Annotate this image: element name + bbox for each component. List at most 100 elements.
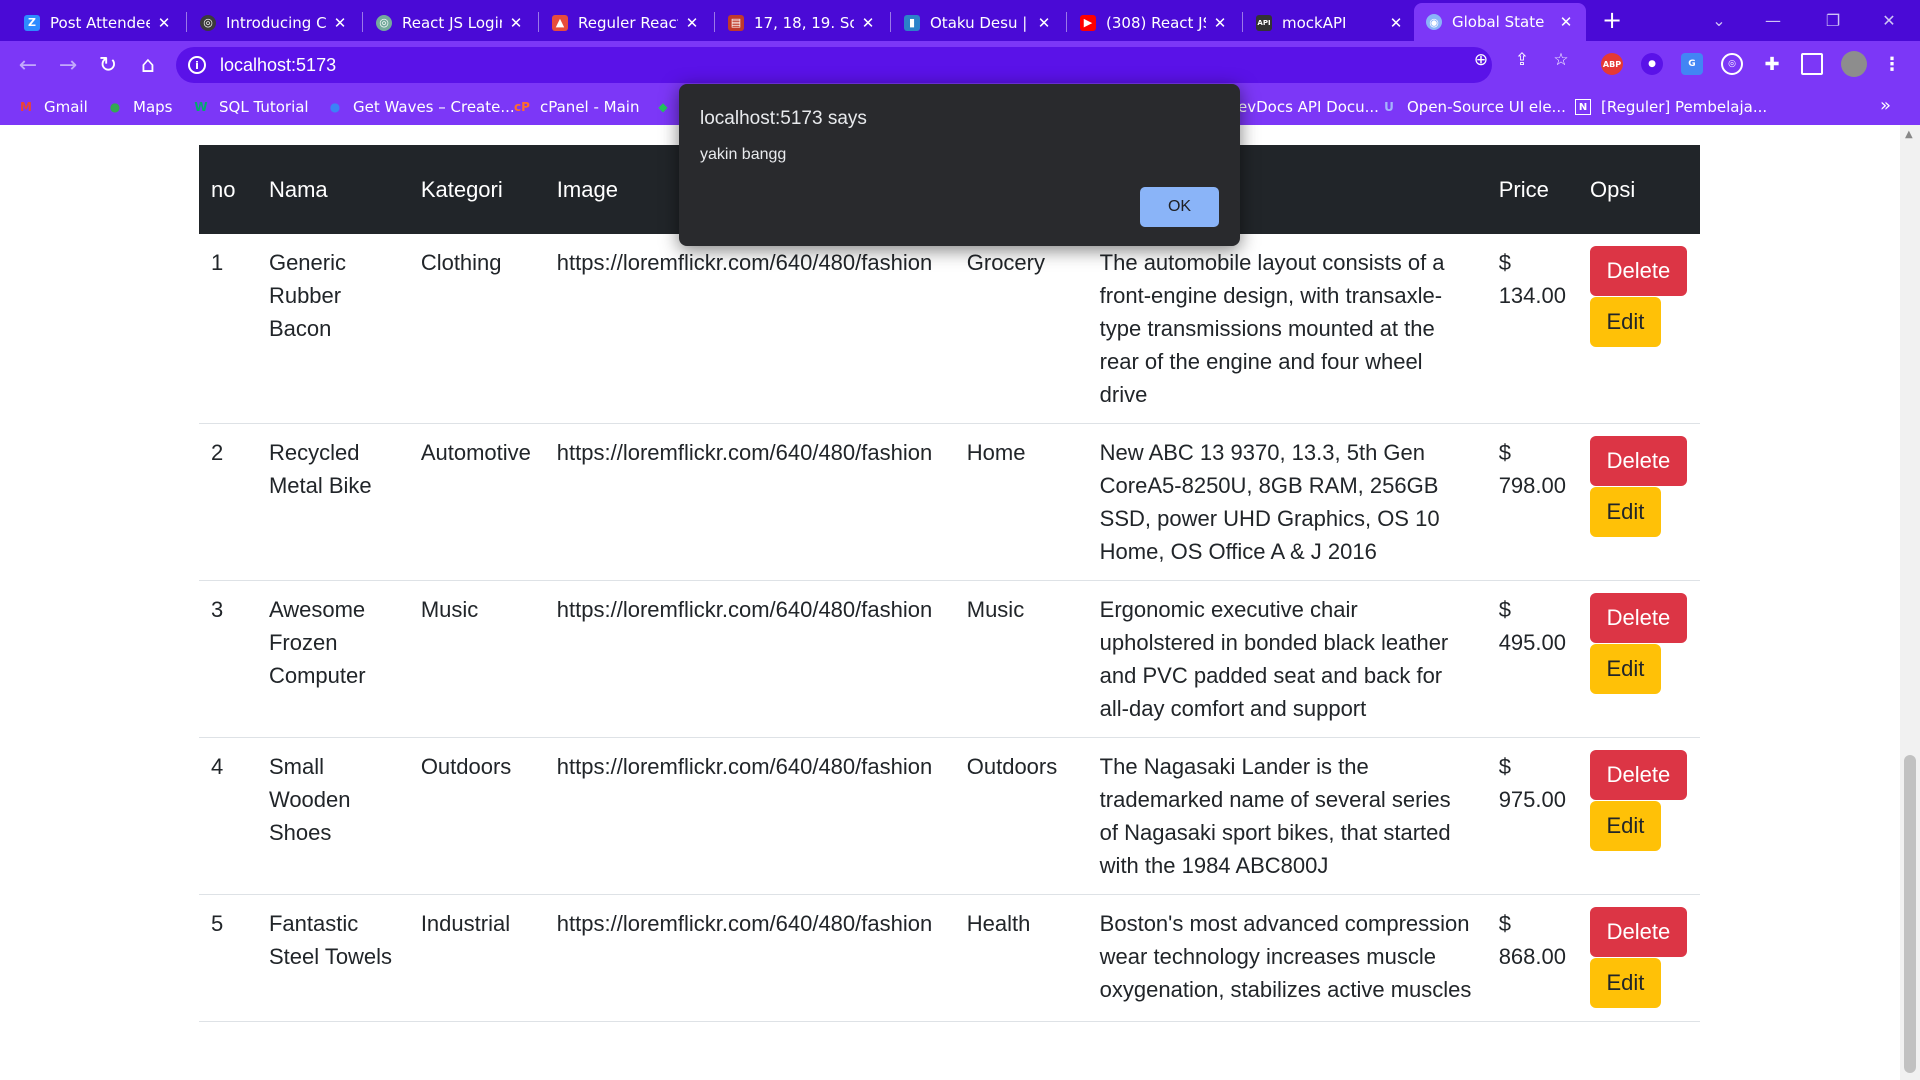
tab-separator (186, 12, 187, 32)
bookmark-label: Get Waves – Create... (353, 98, 515, 116)
cell-kategori: Automotive (408, 423, 545, 581)
tab-reguler-react[interactable]: ▲ Reguler React ✕ (540, 4, 712, 41)
tab-mockapi[interactable]: API mockAPI ✕ (1244, 4, 1416, 41)
tab-title: Global State (1452, 13, 1545, 31)
side-panel-icon[interactable] (1801, 53, 1823, 75)
address-url[interactable]: localhost:5173 (220, 55, 336, 76)
cell-no: 1 (199, 234, 257, 424)
globe-icon: ◉ (1426, 14, 1442, 30)
edit-button[interactable]: Edit (1589, 487, 1661, 537)
ok-button[interactable]: OK (1140, 187, 1219, 227)
bookmark-cpanel[interactable]: cP cPanel - Main (514, 97, 639, 117)
back-arrow-icon[interactable]: ← (14, 51, 42, 79)
tab-otaku-desu[interactable]: ▮ Otaku Desu | N ✕ (892, 4, 1064, 41)
close-icon[interactable]: ✕ (860, 14, 876, 32)
cell-category: Home (954, 423, 1088, 581)
edit-button[interactable]: Edit (1589, 297, 1661, 347)
puzzle-extensions-icon[interactable]: ✚ (1761, 53, 1783, 75)
site-info-icon[interactable]: i (188, 56, 206, 74)
tab-title: (308) React JS (1106, 13, 1206, 32)
cell-image: https://loremflickr.com/640/480/fashion (544, 737, 955, 895)
bookmark-reguler-pembelajaran[interactable]: N [Reguler] Pembelaja... (1575, 97, 1767, 117)
restore-icon[interactable]: ❐ (1810, 6, 1856, 34)
minimize-icon[interactable]: — (1750, 6, 1796, 34)
alert-dialog: localhost:5173 says yakin bangg OK (679, 84, 1240, 246)
scroll-up-arrow-icon[interactable]: ▲ (1905, 129, 1913, 140)
close-icon[interactable]: ✕ (508, 14, 524, 32)
close-icon[interactable]: ✕ (684, 14, 700, 32)
cell-description: The Nagasaki Lander is the trademarked n… (1087, 737, 1487, 895)
tab-soal[interactable]: ▤ 17, 18, 19. Soa ✕ (716, 4, 888, 41)
zoom-magnifier-icon[interactable]: ⊕ (1470, 49, 1492, 71)
bookmark-gmail[interactable]: M Gmail (18, 97, 88, 117)
menu-kebab-icon[interactable]: ⋮ (1881, 53, 1903, 75)
w3schools-icon: W (194, 100, 208, 114)
cell-kategori: Music (408, 580, 545, 738)
extension-icon[interactable]: ● (1641, 53, 1663, 75)
bookmark-maps[interactable]: ● Maps (107, 97, 173, 117)
adblock-icon[interactable]: ABP (1601, 53, 1623, 75)
vertical-scrollbar[interactable]: ▲ (1900, 125, 1920, 1080)
cell-no: 3 (199, 580, 257, 738)
gmail-icon: M (20, 100, 32, 114)
delete-button[interactable]: Delete (1589, 246, 1687, 296)
new-tab-icon[interactable]: + (1598, 6, 1626, 34)
tab-global-state[interactable]: ◉ Global State ✕ (1414, 3, 1586, 41)
bookmark-open-source-ui[interactable]: U Open-Source UI ele... (1381, 97, 1566, 117)
bookmark-star-icon[interactable]: ☆ (1550, 49, 1572, 71)
cell-no: 4 (199, 737, 257, 895)
cell-nama: Recycled Metal Bike (256, 423, 409, 581)
avatar[interactable] (1841, 51, 1867, 77)
edit-button[interactable]: Edit (1589, 644, 1661, 694)
tab-search-icon[interactable]: ⌄ (1696, 6, 1742, 34)
browser-tab-strip: Z Post Attendee ✕ ◎ Introducing Cl ✕ ◎ R… (0, 0, 1920, 41)
close-icon[interactable]: ✕ (1388, 14, 1404, 32)
tab-title: Reguler React (578, 13, 678, 32)
delete-button[interactable]: Delete (1589, 593, 1687, 643)
edit-button[interactable]: Edit (1589, 801, 1661, 851)
youtube-icon: ▶ (1080, 14, 1096, 31)
close-icon[interactable]: ✕ (1212, 14, 1228, 32)
share-icon[interactable]: ⇪ (1511, 49, 1533, 71)
translate-icon[interactable]: G (1681, 53, 1703, 75)
home-icon[interactable]: ⌂ (134, 51, 162, 79)
cell-description: Ergonomic executive chair upholstered in… (1087, 580, 1487, 738)
cell-kategori: Outdoors (408, 737, 545, 895)
bookmark-hidden[interactable]: ◆ (655, 97, 681, 117)
delete-button[interactable]: Delete (1589, 907, 1687, 957)
close-window-icon[interactable]: ✕ (1866, 6, 1912, 34)
more-bookmarks-icon[interactable]: » (1880, 95, 1891, 116)
cell-category: Outdoors (954, 737, 1088, 895)
close-icon[interactable]: ✕ (1558, 13, 1574, 31)
bookmark-devdocs[interactable]: evDocs API Docu... (1238, 97, 1379, 117)
tab-title: Post Attendee (50, 13, 150, 32)
tab-separator (362, 12, 363, 32)
delete-button[interactable]: Delete (1589, 750, 1687, 800)
tab-youtube[interactable]: ▶ (308) React JS ✕ (1068, 4, 1240, 41)
table-row: 4 Small Wooden Shoes Outdoors https://lo… (199, 737, 1700, 895)
target-extension-icon[interactable]: ◎ (1721, 53, 1743, 75)
delete-button[interactable]: Delete (1589, 436, 1687, 486)
browser-toolbar: ← → ↻ ⌂ i localhost:5173 ⊕ ⇪ ☆ ABP ● G ◎… (0, 41, 1920, 89)
cell-nama: Generic Rubber Bacon (256, 234, 409, 424)
tab-react-login[interactable]: ◎ React JS Login ✕ (364, 4, 536, 41)
cell-category: Grocery (954, 234, 1088, 424)
bookmark-sql-tutorial[interactable]: W SQL Tutorial (193, 97, 308, 117)
tab-title: 17, 18, 19. Soa (754, 13, 854, 32)
tab-introducing[interactable]: ◎ Introducing Cl ✕ (188, 4, 360, 41)
close-icon[interactable]: ✕ (332, 14, 348, 32)
cell-image: https://loremflickr.com/640/480/fashion (544, 894, 955, 1022)
forward-arrow-icon[interactable]: → (54, 51, 82, 79)
ui-icon: U (1384, 100, 1394, 114)
reload-icon[interactable]: ↻ (94, 51, 122, 79)
bookmark-get-waves[interactable]: ● Get Waves – Create... (327, 97, 515, 117)
tab-post-attendee[interactable]: Z Post Attendee ✕ (12, 4, 184, 41)
tab-separator (714, 12, 715, 32)
close-icon[interactable]: ✕ (156, 14, 172, 32)
scrollbar-thumb[interactable] (1904, 755, 1916, 1073)
close-icon[interactable]: ✕ (1036, 14, 1052, 32)
edit-button[interactable]: Edit (1589, 958, 1661, 1008)
address-bar[interactable]: i localhost:5173 (176, 47, 1492, 83)
cell-price: $ 495.00 (1486, 580, 1578, 738)
cell-image: https://loremflickr.com/640/480/fashion (544, 423, 955, 581)
